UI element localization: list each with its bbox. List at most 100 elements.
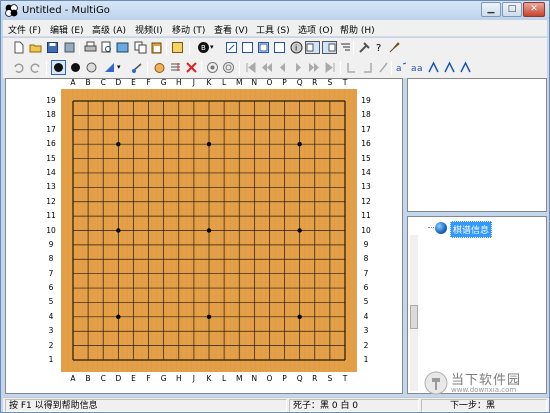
row-label: 9 (363, 239, 369, 249)
tree-root-node[interactable]: 棋谱信息 (450, 221, 493, 238)
svg-text:a: a (417, 64, 423, 74)
menu-help[interactable]: 帮助 (H) (340, 23, 375, 36)
grid-icon[interactable] (241, 41, 254, 54)
row-label: 7 (363, 268, 369, 278)
menu-move[interactable]: 移动 (T) (172, 23, 205, 36)
var-first-icon[interactable] (377, 61, 390, 74)
forward-fast-icon[interactable] (308, 61, 321, 74)
hand-icon[interactable] (153, 61, 166, 74)
print-preview-icon[interactable] (100, 41, 113, 54)
column-label: A (70, 374, 76, 383)
new-file-icon[interactable] (12, 41, 25, 54)
star-point (116, 228, 121, 233)
row-label: 10 (46, 225, 56, 235)
tree-scrollbar[interactable] (410, 235, 418, 391)
layout2-icon[interactable] (322, 41, 337, 54)
pass-icon[interactable] (206, 61, 219, 74)
help-icon[interactable]: ? (374, 41, 387, 54)
status-help-text: 按 F1 以得到帮助信息 (5, 399, 287, 412)
black-circle-icon[interactable] (69, 61, 82, 74)
print-icon[interactable] (84, 41, 97, 54)
gray-circle-icon[interactable] (85, 61, 98, 74)
menu-advanced[interactable]: 高级 (A) (92, 23, 126, 36)
maximize-button[interactable]: □ (502, 2, 522, 17)
board-icon[interactable] (225, 41, 238, 54)
menu-view[interactable]: 查看 (V) (214, 23, 248, 36)
tree-icon[interactable] (339, 41, 352, 54)
first-icon[interactable] (244, 61, 257, 74)
stone-color-icon[interactable]: B (197, 41, 210, 54)
find-prev-icon[interactable] (443, 61, 456, 74)
menu-edit[interactable]: 编辑 (E) (50, 23, 84, 36)
column-label: N (251, 374, 258, 383)
menu-options[interactable]: 选项 (O) (298, 23, 333, 36)
back-fast-icon[interactable] (260, 61, 273, 74)
row-label: 16 (46, 139, 56, 149)
go-board[interactable] (61, 89, 357, 372)
column-label: K (206, 78, 212, 87)
board-panel: ABCDEFGHJKLMNOPQRST ABCDEFGHJKLMNOPQRST … (5, 78, 403, 394)
column-label: K (206, 374, 212, 383)
minimize-icon: ▁ (487, 4, 495, 14)
svg-text:a: a (396, 64, 402, 74)
menu-file[interactable]: 文件 (F) (8, 23, 41, 36)
row-label: 12 (361, 196, 371, 206)
info-icon[interactable]: i (290, 41, 303, 54)
forward-icon[interactable] (292, 61, 305, 74)
var-next-icon[interactable] (361, 61, 374, 74)
circle-icon[interactable] (222, 61, 235, 74)
delete-icon[interactable] (185, 61, 198, 74)
row-label: 5 (48, 297, 54, 307)
row-label: 17 (46, 124, 56, 134)
var-last-icon[interactable]: a (395, 61, 408, 74)
save-icon[interactable] (46, 41, 59, 54)
menu-video[interactable]: 视频(I) (135, 23, 163, 36)
tools-icon[interactable] (358, 41, 371, 54)
open-folder-icon[interactable] (29, 41, 42, 54)
row-label: 15 (46, 153, 56, 163)
find-icon[interactable]: aa (411, 61, 424, 74)
row-label: 15 (361, 153, 371, 163)
star-point (116, 141, 121, 147)
copy-icon[interactable] (134, 41, 147, 54)
menu-tools[interactable]: 工具 (S) (256, 23, 290, 36)
status-next-move: 下一步：黑 (421, 399, 547, 412)
save-as-icon[interactable] (63, 41, 76, 54)
watermark-subtext: www.downxia.com (451, 386, 517, 394)
layout1-icon[interactable] (305, 41, 320, 54)
image-export-icon[interactable] (116, 41, 129, 54)
last-icon[interactable] (324, 61, 337, 74)
svg-text:i: i (295, 44, 297, 53)
column-label: N (251, 78, 258, 87)
back-icon[interactable] (276, 61, 289, 74)
minimize-button[interactable]: ▁ (481, 2, 501, 17)
pane-icon[interactable] (257, 41, 270, 54)
column-label: Q (296, 78, 303, 87)
pane2-icon[interactable] (273, 41, 286, 54)
find-all-icon[interactable] (459, 61, 472, 74)
svg-text:a: a (411, 64, 417, 74)
insert-icon[interactable] (169, 61, 182, 74)
tree-scrollbar-thumb[interactable] (410, 305, 418, 329)
main-toolbar: B ▾ i ? (3, 38, 547, 58)
properties-icon[interactable] (171, 41, 184, 54)
undo-icon[interactable] (12, 61, 25, 74)
var-prev-icon[interactable] (345, 61, 358, 74)
black-stone-icon[interactable] (51, 60, 66, 75)
triangle-icon[interactable] (131, 61, 144, 74)
mark-icon[interactable] (103, 61, 116, 74)
row-label: 2 (363, 340, 369, 350)
brush-icon[interactable] (388, 41, 401, 54)
game-info-panel (407, 78, 547, 212)
column-label: B (85, 374, 91, 383)
redo-icon[interactable] (29, 61, 42, 74)
find-next-icon[interactable] (427, 61, 440, 74)
stone-dropdown-icon[interactable]: ▾ (210, 43, 214, 51)
column-label: J (192, 374, 195, 383)
close-button[interactable]: ✕ (523, 2, 545, 17)
mark-dropdown-icon[interactable]: ▾ (117, 63, 121, 71)
row-label: 7 (48, 268, 54, 278)
star-point (206, 314, 212, 320)
row-label: 19 (361, 96, 371, 105)
paste-icon[interactable] (150, 41, 163, 54)
